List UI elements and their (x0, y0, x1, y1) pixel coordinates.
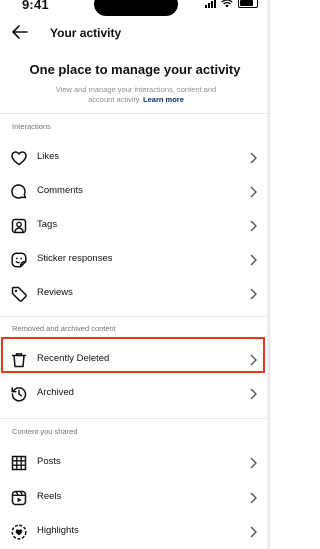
divider (0, 113, 270, 114)
menu-item-archived[interactable]: Archived (0, 377, 270, 411)
chevron-right-icon (250, 152, 257, 164)
divider (0, 316, 270, 317)
menu-item-label: Likes (37, 151, 60, 162)
sticker-icon (11, 252, 27, 268)
menu-item-posts[interactable]: Posts (0, 446, 270, 480)
page-title: Your activity (50, 26, 122, 40)
review-tag-icon (11, 286, 27, 302)
menu-item-label: Sticker responses (37, 253, 113, 264)
section-label-removed-archived: Removed and archived content (12, 324, 116, 333)
back-arrow-icon[interactable] (10, 22, 30, 42)
highlight-box (1, 337, 265, 373)
chevron-right-icon (250, 457, 257, 469)
chevron-right-icon (250, 492, 257, 504)
status-icons (205, 0, 258, 8)
highlights-icon (11, 524, 27, 540)
menu-item-highlights[interactable]: Highlights (0, 515, 270, 549)
chevron-right-icon (250, 220, 257, 232)
menu-item-likes[interactable]: Likes (0, 141, 270, 175)
comment-icon (11, 184, 27, 199)
menu-item-sticker-responses[interactable]: Sticker responses (0, 243, 270, 277)
menu-item-label: Reels (37, 491, 62, 502)
hero-subtitle-text: View and manage your interactions, conte… (55, 85, 217, 104)
status-time: 9:41 (22, 0, 49, 12)
hero-subtitle: View and manage your interactions, conte… (48, 85, 224, 105)
learn-more-link[interactable]: Learn more (143, 95, 184, 104)
chevron-right-icon (250, 388, 257, 400)
signal-icon (205, 0, 216, 8)
chevron-right-icon (250, 288, 257, 300)
menu-item-label: Posts (37, 456, 61, 467)
menu-item-tags[interactable]: Tags (0, 209, 270, 243)
battery-icon (238, 0, 258, 8)
screen-edge (267, 0, 270, 549)
archive-clock-icon (11, 387, 27, 402)
menu-item-label: Highlights (37, 525, 79, 536)
menu-item-label: Archived (37, 387, 74, 398)
hero-title: One place to manage your activity (29, 62, 241, 77)
menu-item-label: Tags (37, 219, 58, 230)
tag-person-icon (11, 218, 27, 234)
menu-item-label: Reviews (37, 287, 73, 298)
status-bar: 9:41 (0, 0, 270, 16)
chevron-right-icon (250, 254, 257, 266)
chevron-right-icon (250, 186, 257, 198)
wifi-icon (221, 0, 233, 7)
chevron-right-icon (250, 526, 257, 538)
menu-item-reels[interactable]: Reels (0, 481, 270, 515)
reels-icon (11, 490, 27, 506)
section-label-interactions: Interactions (12, 122, 51, 131)
menu-item-label: Comments (37, 185, 83, 196)
divider (0, 418, 270, 419)
header: Your activity (0, 14, 270, 54)
section-label-content-shared: Content you shared (12, 427, 78, 436)
grid-icon (11, 455, 27, 471)
menu-item-comments[interactable]: Comments (0, 175, 270, 209)
heart-icon (11, 151, 27, 166)
menu-item-reviews[interactable]: Reviews (0, 277, 270, 311)
